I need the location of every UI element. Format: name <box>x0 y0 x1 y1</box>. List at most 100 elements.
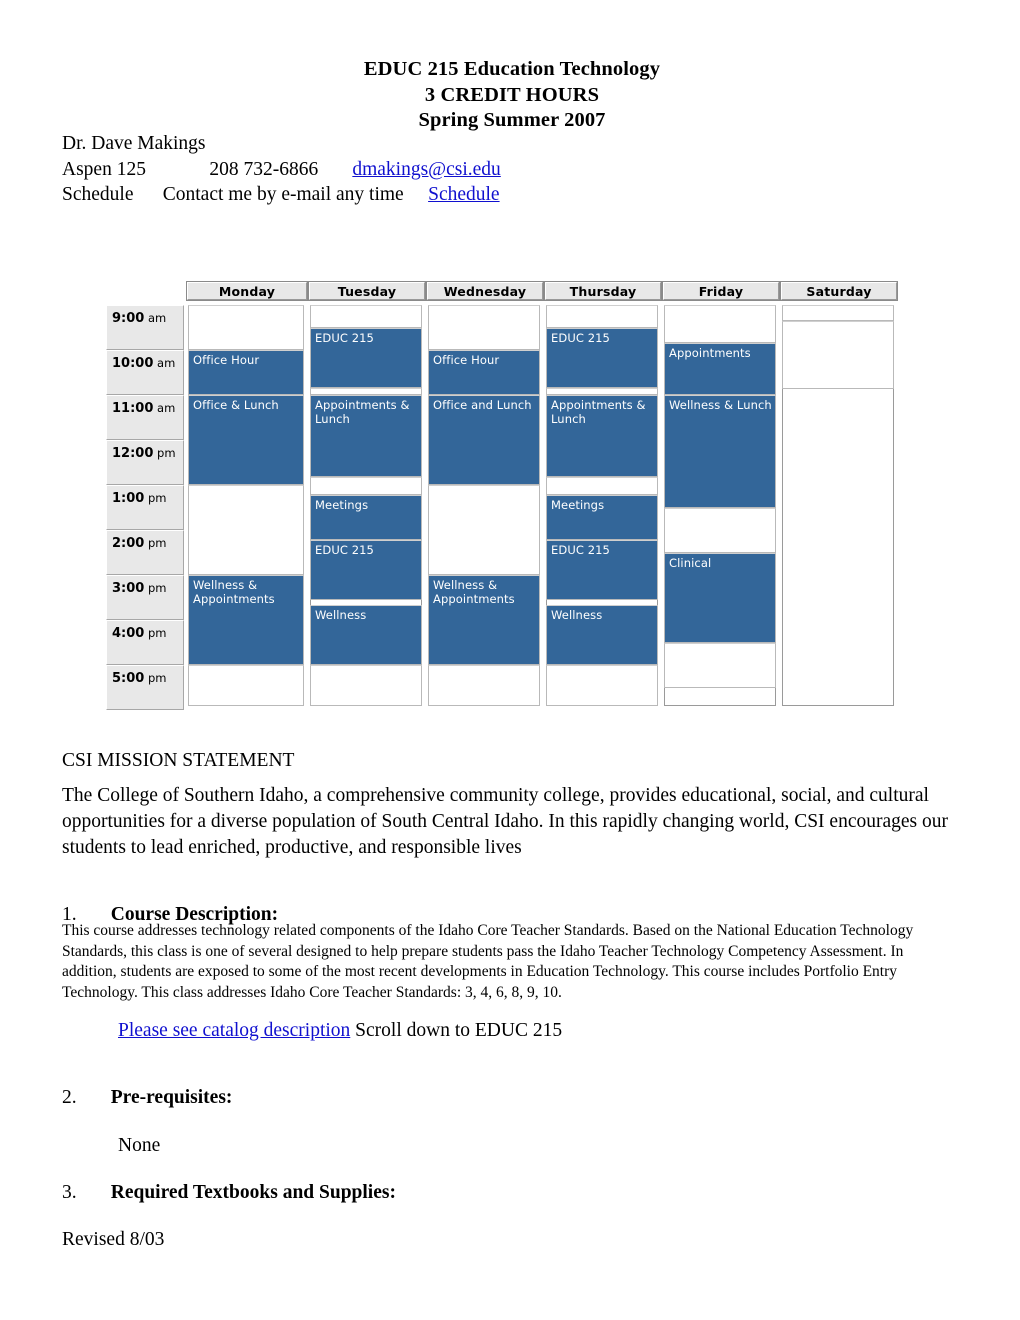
time-hour: 12:00 <box>112 446 154 461</box>
section-2-number: 2. <box>62 1087 77 1108</box>
time-meridiem: am <box>153 401 176 415</box>
schedule-link[interactable]: Schedule <box>428 184 499 205</box>
document-title-block: EDUC 215 Education Technology 3 CREDIT H… <box>62 57 962 134</box>
term: Spring Summer 2007 <box>418 109 606 131</box>
schedule-column-tuesday: EDUC 215 Appointments & Lunch Meetings EDUC… <box>308 305 426 710</box>
schedule-empty-slot <box>310 388 422 395</box>
spacer-6 <box>77 1087 111 1108</box>
spacer-4 <box>404 184 428 205</box>
schedule-time-label-500pm: 5:00 pm <box>106 665 184 710</box>
schedule-time-label-200pm: 2:00 pm <box>106 530 184 575</box>
spacer-3 <box>133 184 162 205</box>
time-hour: 10:00 <box>112 356 154 371</box>
time-hour: 5:00 <box>112 671 145 686</box>
spacer-1 <box>146 159 209 180</box>
credit-hours: 3 CREDIT HOURS <box>424 83 600 106</box>
schedule-empty-slot <box>310 665 422 706</box>
time-hour: 3:00 <box>112 581 145 596</box>
schedule-empty-slot <box>188 485 304 575</box>
schedule-event-clinical: Clinical <box>664 553 776 643</box>
schedule-note: Contact me by e-mail any time <box>162 184 404 205</box>
schedule-column-saturday <box>780 305 898 710</box>
office-location: Aspen 125 <box>62 158 146 180</box>
catalog-description-suffix: Scroll down to EDUC 215 <box>350 1020 563 1041</box>
time-meridiem: pm <box>144 671 167 685</box>
time-meridiem: am <box>153 356 176 370</box>
schedule-column-wednesday: Office Hour Office and Lunch Wellness & Ap… <box>426 305 544 710</box>
mission-statement-heading: CSI MISSION STATEMENT <box>62 750 295 771</box>
schedule-time-label-300pm: 3:00 pm <box>106 575 184 620</box>
schedule-note-line: Schedule Contact me by e-mail any time S… <box>62 182 962 208</box>
section-2-body: None <box>118 1135 161 1156</box>
schedule-empty-slot <box>546 388 658 395</box>
schedule-empty-slot <box>546 665 658 706</box>
time-hour: 2:00 <box>112 536 145 551</box>
course-title: EDUC 215 Education Technology <box>363 58 661 80</box>
schedule-grid-body: Office Hour Office & Lunch Wellness & Appo… <box>186 305 898 710</box>
schedule-event-educ-215: EDUC 215 <box>310 328 422 388</box>
schedule-empty-slot <box>546 305 658 328</box>
schedule-time-label-1200pm: 12:00 pm <box>106 440 184 485</box>
time-hour: 11:00 <box>112 401 154 416</box>
schedule-time-gutter: 9:00 am 10:00 am 11:00 am 12:00 pm 1:00 pm 2:… <box>106 305 184 710</box>
schedule-time-label-1000am: 10:00 am <box>106 350 184 395</box>
instructor-contact-block: Dr. Dave Makings Aspen 125 208 732-6866 … <box>62 131 962 208</box>
phone-number: 208 732-6866 <box>209 158 319 180</box>
schedule-event-meetings: Meetings <box>546 495 658 540</box>
time-meridiem: pm <box>144 491 167 505</box>
spacer-7 <box>77 1182 111 1203</box>
schedule-event-educ-215: EDUC 215 <box>546 540 658 600</box>
email-link[interactable]: dmakings@csi.edu <box>352 159 500 180</box>
schedule-event-appointments: Appointments <box>664 343 776 395</box>
schedule-event-office-and-lunch: Office and Lunch <box>428 395 540 485</box>
document-page: EDUC 215 Education Technology 3 CREDIT H… <box>0 0 1020 1320</box>
section-3-heading: 3. Required Textbooks and Supplies: <box>62 1180 396 1205</box>
schedule-empty-slot <box>782 305 894 321</box>
schedule-column-friday: Appointments Wellness & Lunch Clinical <box>662 305 780 710</box>
time-hour: 9:00 <box>112 311 145 326</box>
schedule-time-label-100pm: 1:00 pm <box>106 485 184 530</box>
time-meridiem: pm <box>153 446 176 460</box>
schedule-empty-slot <box>188 665 304 706</box>
schedule-day-header-monday: Monday <box>186 281 308 301</box>
schedule-time-label-1100am: 11:00 am <box>106 395 184 440</box>
catalog-description-line: Please see catalog description Scroll do… <box>118 1018 562 1043</box>
schedule-event-educ-215: EDUC 215 <box>546 328 658 388</box>
schedule-time-label-400pm: 4:00 pm <box>106 620 184 665</box>
schedule-label: Schedule <box>62 184 134 205</box>
schedule-event-wellness: Wellness <box>310 605 422 665</box>
time-meridiem: pm <box>144 536 167 550</box>
time-meridiem: am <box>144 311 167 325</box>
time-meridiem: pm <box>144 581 167 595</box>
revised-footer: Revised 8/03 <box>62 1229 165 1250</box>
weekly-schedule: Monday Tuesday Wednesday Thursday Friday Satu… <box>106 281 898 710</box>
spacer-2 <box>318 159 352 180</box>
catalog-description-link[interactable]: Please see catalog description <box>118 1020 350 1041</box>
schedule-empty-slot <box>782 321 894 389</box>
schedule-empty-slot <box>664 305 776 343</box>
section-2-title: Pre-requisites: <box>110 1087 233 1108</box>
schedule-empty-slot <box>310 477 422 495</box>
instructor-name: Dr. Dave Makings <box>62 133 206 154</box>
schedule-empty-slot <box>310 305 422 328</box>
schedule-event-educ-215: EDUC 215 <box>310 540 422 600</box>
schedule-column-monday: Office Hour Office & Lunch Wellness & Appo… <box>186 305 308 710</box>
schedule-event-office-hour: Office Hour <box>188 350 304 395</box>
schedule-empty-slot <box>546 477 658 495</box>
schedule-event-office-hour: Office Hour <box>428 350 540 395</box>
schedule-event-meetings: Meetings <box>310 495 422 540</box>
schedule-empty-slot <box>188 305 304 350</box>
schedule-empty-slot <box>428 485 540 575</box>
schedule-empty-slot <box>428 305 540 350</box>
section-2-heading: 2. Pre-requisites: <box>62 1085 232 1110</box>
time-meridiem: pm <box>144 626 167 640</box>
section-3-number: 3. <box>62 1182 77 1203</box>
schedule-event-appointments-lunch: Appointments & Lunch <box>546 395 658 477</box>
schedule-empty-slot <box>664 508 776 553</box>
schedule-event-wellness-lunch: Wellness & Lunch <box>664 395 776 508</box>
schedule-day-header-tuesday: Tuesday <box>308 281 426 301</box>
schedule-event-appointments-lunch: Appointments & Lunch <box>310 395 422 477</box>
mission-statement-body: The College of Southern Idaho, a compreh… <box>62 785 948 858</box>
time-hour: 1:00 <box>112 491 145 506</box>
schedule-day-header-saturday: Saturday <box>780 281 898 301</box>
